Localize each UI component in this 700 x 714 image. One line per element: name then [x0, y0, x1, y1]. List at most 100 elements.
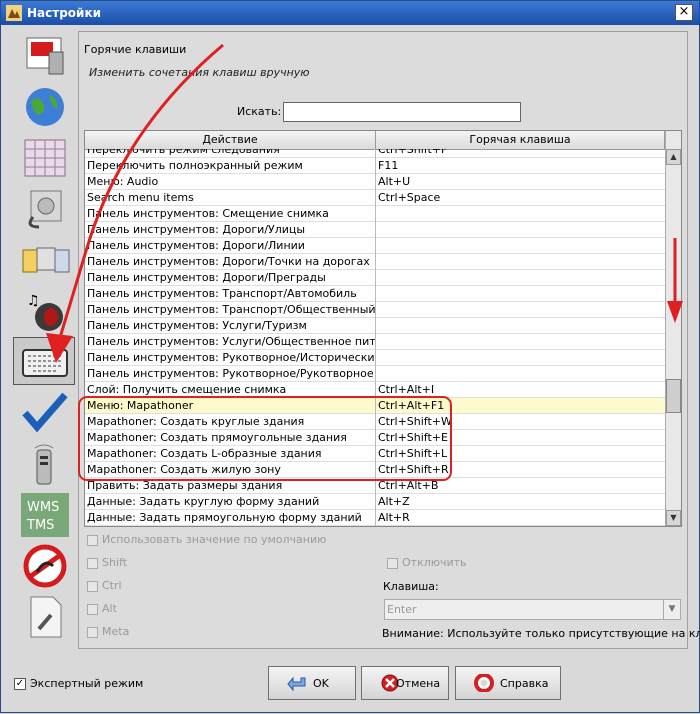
scroll-down-button[interactable]: ▼ — [666, 510, 681, 526]
document-wrench-icon — [30, 596, 62, 638]
action-cell: Панель инструментов: Дороги/Улицы — [85, 222, 376, 238]
action-cell: Данные: Задать круглую форму зданий — [85, 494, 376, 510]
shortcut-cell[interactable] — [376, 334, 665, 350]
shortcut-cell[interactable]: Ctrl+Alt+I — [376, 382, 665, 398]
shortcut-cell[interactable]: Ctrl+Shift+W — [376, 414, 665, 430]
cancel-button[interactable]: Отмена — [361, 666, 449, 700]
shortcut-cell[interactable] — [376, 302, 665, 318]
table-row[interactable]: Search menu items Ctrl+Space — [85, 190, 665, 206]
nav-item-projection[interactable] — [13, 133, 75, 181]
shift-checkbox[interactable] — [87, 558, 98, 569]
action-cell: Mapathoner: Создать круглые здания — [85, 414, 376, 430]
paint-icon — [26, 37, 64, 75]
settings-window: Настройки × ♫ WMS TMS Горячие клавиши Из… — [0, 0, 700, 713]
table-row[interactable]: Mapathoner: Создать жилую зону Ctrl+Shift… — [85, 462, 665, 478]
nav-item-display[interactable] — [13, 31, 75, 79]
shortcut-cell[interactable]: F11 — [376, 158, 665, 174]
nav-item-remote-control[interactable] — [13, 439, 75, 487]
table-row[interactable]: Панель инструментов: Смещение снимка — [85, 206, 665, 222]
nav-item-shortcuts[interactable] — [13, 337, 75, 385]
table-row[interactable]: Меню: Audio Alt+U — [85, 174, 665, 190]
shortcut-cell[interactable] — [376, 318, 665, 334]
shortcut-cell[interactable]: Ctrl+Alt+B — [376, 478, 665, 494]
shortcut-cell[interactable]: Ctrl+Shift+L — [376, 446, 665, 462]
close-button[interactable]: × — [675, 4, 693, 21]
settings-sidebar: ♫ WMS TMS — [13, 31, 75, 649]
chevron-down-icon[interactable]: ▼ — [663, 600, 680, 619]
table-row[interactable]: Панель инструментов: Дороги/Линии — [85, 238, 665, 254]
nav-item-advanced[interactable] — [13, 592, 75, 640]
key-select-value: Enter — [387, 603, 417, 616]
table-row[interactable]: Панель инструментов: Транспорт/Автомобил… — [85, 286, 665, 302]
table-scrollbar[interactable]: ▲ ▼ — [665, 131, 681, 526]
table-row[interactable]: Панель инструментов: Дороги/Преграды — [85, 270, 665, 286]
scroll-up-button[interactable]: ▲ — [666, 149, 681, 165]
table-row[interactable]: Панель инструментов: Рукотворное/Историч… — [85, 350, 665, 366]
nav-item-restrictions[interactable] — [13, 541, 75, 589]
table-row[interactable]: Переключить режим следования Ctrl+Shift+F — [85, 149, 665, 158]
action-cell: Search menu items — [85, 190, 376, 206]
action-cell: Панель инструментов: Услуги/Туризм — [85, 318, 376, 334]
shortcut-cell[interactable] — [376, 254, 665, 270]
search-input[interactable] — [283, 102, 521, 122]
column-header-shortcut[interactable]: Горячая клавиша — [376, 131, 665, 149]
table-row[interactable]: Слой: Получить смещение снимка Ctrl+Alt+I — [85, 382, 665, 398]
table-row[interactable]: Данные: Задать круглую форму зданий Alt+Z — [85, 494, 665, 510]
ok-arrow-icon — [287, 676, 306, 692]
column-header-action[interactable]: Действие — [85, 131, 376, 149]
shortcut-cell[interactable]: Alt+R — [376, 510, 665, 526]
use-default-checkbox[interactable] — [87, 535, 98, 546]
shortcut-cell[interactable] — [376, 286, 665, 302]
action-cell: Панель инструментов: Дороги/Преграды — [85, 270, 376, 286]
action-cell: Слой: Получить смещение снимка — [85, 382, 376, 398]
shortcut-cell[interactable] — [376, 270, 665, 286]
nav-item-connection[interactable] — [13, 82, 75, 130]
nav-item-remote[interactable] — [13, 184, 75, 232]
table-row[interactable]: Данные: Задать прямоугольную форму здани… — [85, 510, 665, 526]
key-select[interactable]: Enter ▼ — [384, 599, 681, 620]
expert-mode-checkbox[interactable]: ✓ — [14, 678, 26, 690]
alt-label: Alt — [102, 602, 117, 615]
shortcut-cell[interactable] — [376, 238, 665, 254]
disable-checkbox[interactable] — [387, 558, 398, 569]
shortcut-cell[interactable]: Ctrl+Space — [376, 190, 665, 206]
shortcut-cell[interactable]: Ctrl+Shift+E — [376, 430, 665, 446]
shortcut-cell[interactable]: Alt+Z — [376, 494, 665, 510]
shortcut-cell[interactable]: Alt+U — [376, 174, 665, 190]
shortcut-cell[interactable] — [376, 222, 665, 238]
app-logo-icon — [6, 5, 22, 21]
table-row[interactable]: Панель инструментов: Рукотворное/Рукотво… — [85, 366, 665, 382]
nav-item-imagery[interactable]: WMS TMS — [13, 490, 75, 538]
scroll-thumb[interactable] — [666, 379, 681, 413]
table-row[interactable]: Mapathoner: Создать L-образные здания Ctr… — [85, 446, 665, 462]
checkmark-icon — [22, 392, 68, 433]
nav-item-audio[interactable]: ♫ — [13, 286, 75, 334]
shortcut-cell[interactable]: Ctrl+Alt+F1 — [376, 398, 665, 414]
table-row[interactable]: Mapathoner: Создать круглые здания Ctrl+S… — [85, 414, 665, 430]
ctrl-checkbox[interactable] — [87, 581, 98, 592]
table-row[interactable]: Править: Задать размеры здания Ctrl+Alt+B — [85, 478, 665, 494]
nav-item-validator[interactable] — [13, 388, 75, 436]
table-row[interactable]: Меню: Mapathoner Ctrl+Alt+F1 — [85, 398, 665, 414]
table-row[interactable]: Переключить полноэкранный режим F11 — [85, 158, 665, 174]
table-row[interactable]: Панель инструментов: Дороги/Точки на дор… — [85, 254, 665, 270]
shortcut-cell[interactable] — [376, 206, 665, 222]
table-row[interactable]: Mapathoner: Создать прямоугольные здания… — [85, 430, 665, 446]
action-cell: Панель инструментов: Дороги/Линии — [85, 238, 376, 254]
shortcut-cell[interactable]: Ctrl+Shift+F — [376, 149, 665, 158]
table-row[interactable]: Панель инструментов: Транспорт/Обществен… — [85, 302, 665, 318]
table-row[interactable]: Панель инструментов: Дороги/Улицы — [85, 222, 665, 238]
table-row[interactable]: Панель инструментов: Услуги/Туризм — [85, 318, 665, 334]
ok-button[interactable]: OK — [268, 666, 356, 700]
shortcut-cell[interactable] — [376, 366, 665, 382]
meta-checkbox[interactable] — [87, 627, 98, 638]
table-row[interactable]: Панель инструментов: Услуги/Общественное… — [85, 334, 665, 350]
shortcut-cell[interactable] — [376, 350, 665, 366]
table-body: Переключить режим следования Ctrl+Shift+F… — [85, 149, 665, 526]
nav-item-plugins[interactable] — [13, 235, 75, 283]
help-button[interactable]: Справка — [455, 666, 561, 700]
action-cell: Переключить режим следования — [85, 149, 376, 158]
alt-checkbox[interactable] — [87, 604, 98, 615]
shortcut-cell[interactable]: Ctrl+Shift+R — [376, 462, 665, 478]
action-cell: Панель инструментов: Смещение снимка — [85, 206, 376, 222]
